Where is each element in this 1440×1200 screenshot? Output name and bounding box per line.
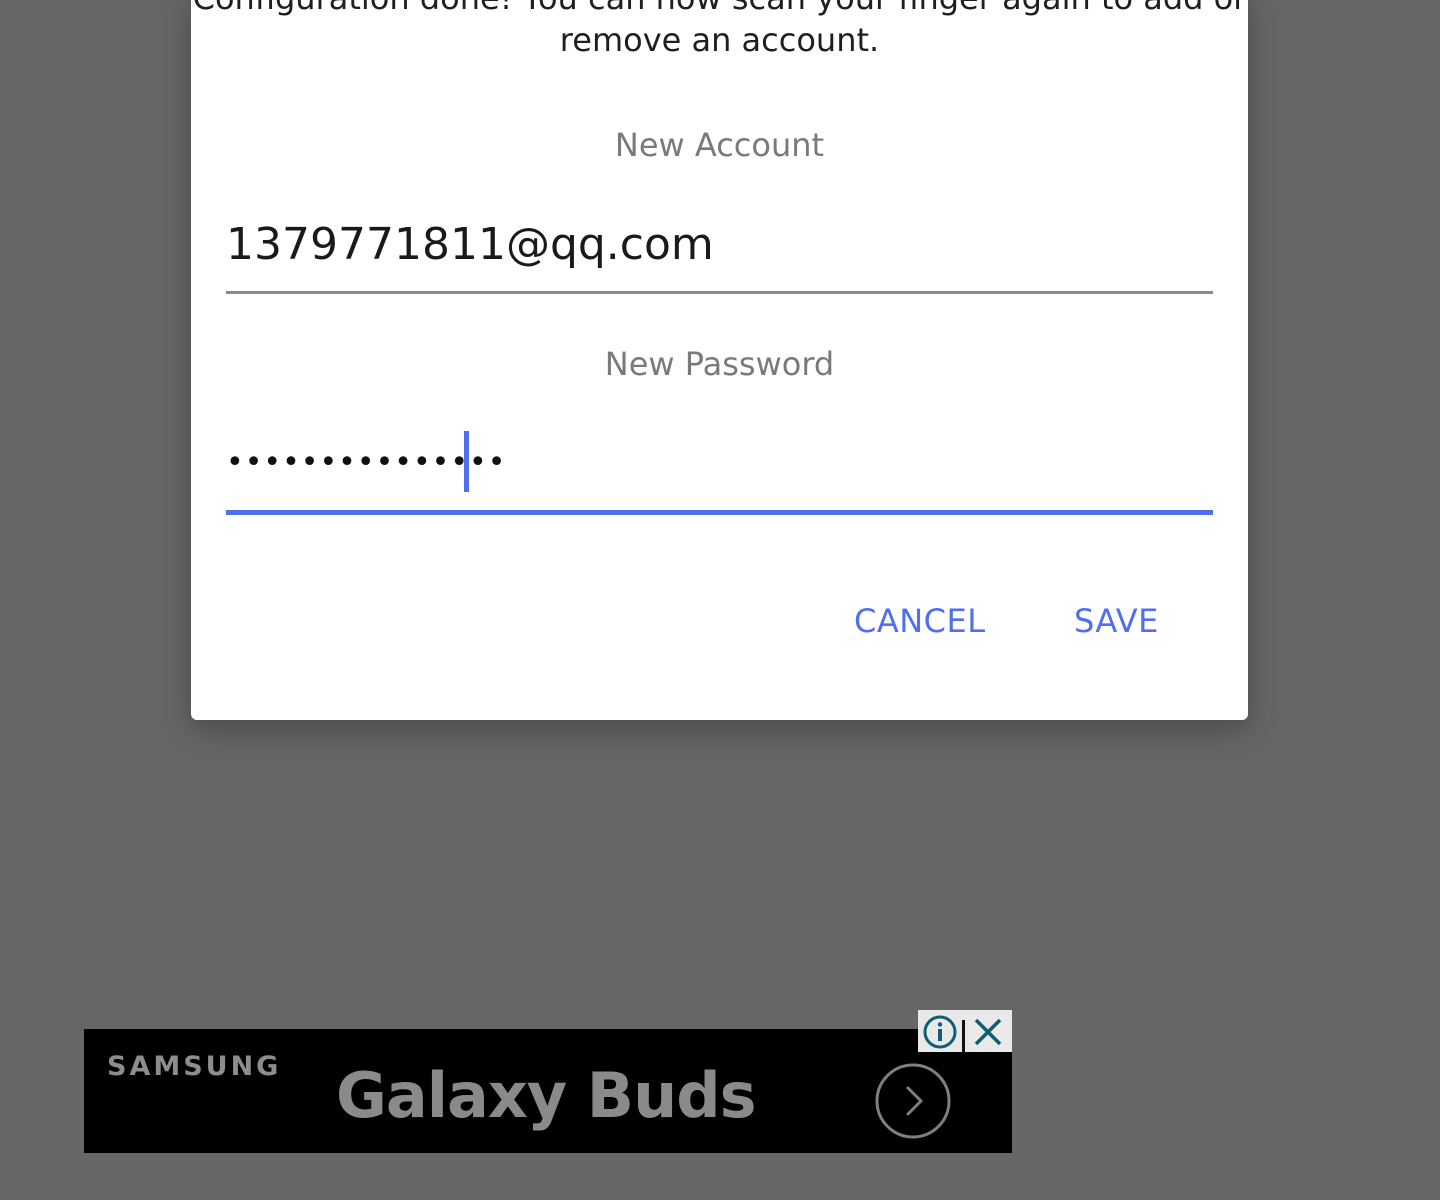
account-input[interactable]: 1379771811@qq.com <box>226 215 1213 294</box>
ad-product-name: Galaxy Buds <box>336 1059 756 1132</box>
dialog-message-line2: remove an account. <box>559 21 880 59</box>
close-icon[interactable] <box>968 1012 1008 1052</box>
info-icon[interactable] <box>920 1012 960 1052</box>
new-password-label: New Password <box>604 345 835 383</box>
ad-banner[interactable]: SAMSUNG Galaxy Buds <box>84 1029 1012 1153</box>
chevron-right-icon[interactable] <box>874 1062 952 1140</box>
account-input-value: 1379771811@qq.com <box>226 219 714 270</box>
dialog-message-line1: Configuration done! You can now scan you… <box>191 0 1248 20</box>
account-dialog: Configuration done! You can now scan you… <box>191 0 1248 720</box>
text-cursor <box>464 431 469 492</box>
ad-controls-divider <box>962 1020 965 1052</box>
cancel-button[interactable]: CANCEL <box>854 602 986 640</box>
password-input[interactable]: ••••••••••••••• <box>226 431 1213 515</box>
ad-brand: SAMSUNG <box>107 1051 282 1082</box>
save-button[interactable]: SAVE <box>1074 602 1159 640</box>
new-account-label: New Account <box>614 126 825 164</box>
ad-controls <box>918 1010 1012 1052</box>
